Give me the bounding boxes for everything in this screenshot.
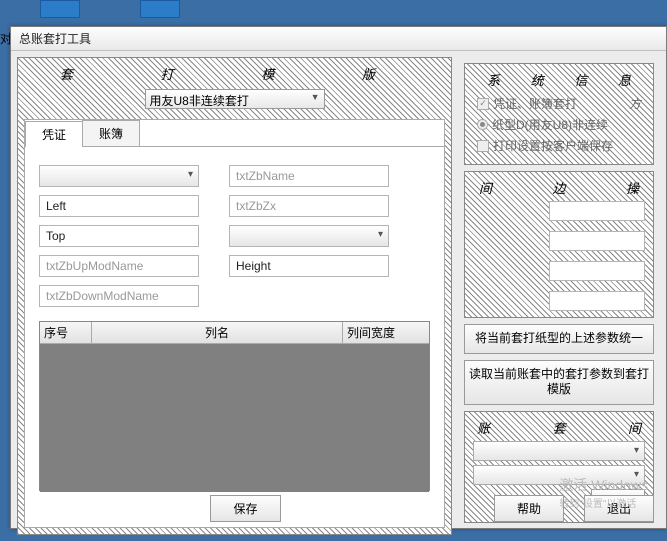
margin-group: 间 边 操 bbox=[464, 171, 654, 318]
chk-client-save-label: 打印设置按客户端保存 bbox=[493, 137, 613, 154]
margin-input-3[interactable] bbox=[549, 261, 645, 281]
window-title: 总账套打工具 bbox=[11, 27, 666, 51]
account-dd-1[interactable] bbox=[473, 441, 645, 461]
unify-params-button[interactable]: 将当前套打纸型的上述参数统一 bbox=[464, 324, 654, 354]
tabs: 凭证 账簿 txtZbName Left txtZbZx Top txtZbUp… bbox=[24, 119, 445, 528]
combo-2[interactable] bbox=[229, 225, 389, 247]
upmod-field[interactable]: txtZbUpModName bbox=[39, 255, 199, 277]
chk-voucher-ledger-label: 凭证、账簿套打 bbox=[493, 95, 577, 112]
th-seq: 序号 bbox=[40, 322, 92, 343]
columns-table: 序号 列名 列间宽度 bbox=[39, 321, 430, 491]
height-field[interactable]: Height bbox=[229, 255, 389, 277]
help-button[interactable]: 帮助 bbox=[494, 495, 564, 522]
table-body[interactable] bbox=[40, 344, 429, 492]
desktop-icon[interactable] bbox=[140, 0, 180, 18]
tool-window: 总账套打工具 套 打 模 版 用友U8非连续套打 凭证 账簿 bbox=[10, 26, 667, 529]
save-button[interactable]: 保存 bbox=[210, 495, 280, 522]
tab-voucher[interactable]: 凭证 bbox=[25, 121, 83, 147]
rad-paper-d[interactable] bbox=[477, 119, 488, 130]
desktop-icon[interactable] bbox=[40, 0, 80, 18]
zx-field[interactable]: txtZbZx bbox=[229, 195, 389, 217]
template-dropdown[interactable]: 用友U8非连续套打 bbox=[145, 89, 325, 109]
margin-input-2[interactable] bbox=[549, 231, 645, 251]
left-panel: 套 打 模 版 用友U8非连续套打 凭证 账簿 txtZbName bbox=[17, 57, 452, 535]
left-field[interactable]: Left bbox=[39, 195, 199, 217]
chk-client-save[interactable] bbox=[477, 140, 489, 152]
margin-input-4[interactable] bbox=[549, 291, 645, 311]
downmod-field[interactable]: txtZbDownModName bbox=[39, 285, 199, 307]
exit-button[interactable]: 退出 bbox=[584, 495, 654, 522]
chk-voucher-ledger[interactable]: ✓ bbox=[477, 98, 489, 110]
th-colname: 列名 bbox=[92, 322, 343, 343]
th-colwidth: 列间宽度 bbox=[343, 322, 429, 343]
margin-input-1[interactable] bbox=[549, 201, 645, 221]
name-field[interactable]: txtZbName bbox=[229, 165, 389, 187]
combo-1[interactable] bbox=[39, 165, 199, 187]
right-panel: 系 统 信 息 ✓ 凭证、账簿套打 方 纸型D(用友U8)非连续 打印设置按客户… bbox=[458, 57, 660, 535]
template-group-label: 套 打 模 版 bbox=[24, 64, 445, 87]
read-params-button[interactable]: 读取当前账套中的套打参数到套打模版 bbox=[464, 360, 654, 405]
top-field[interactable]: Top bbox=[39, 225, 199, 247]
tab-ledger[interactable]: 账簿 bbox=[82, 120, 140, 146]
account-dd-2[interactable] bbox=[473, 465, 645, 485]
rad-paper-d-label: 纸型D(用友U8)非连续 bbox=[492, 116, 608, 133]
sysinfo-group: 系 统 信 息 ✓ 凭证、账簿套打 方 纸型D(用友U8)非连续 打印设置按客户… bbox=[464, 63, 654, 165]
